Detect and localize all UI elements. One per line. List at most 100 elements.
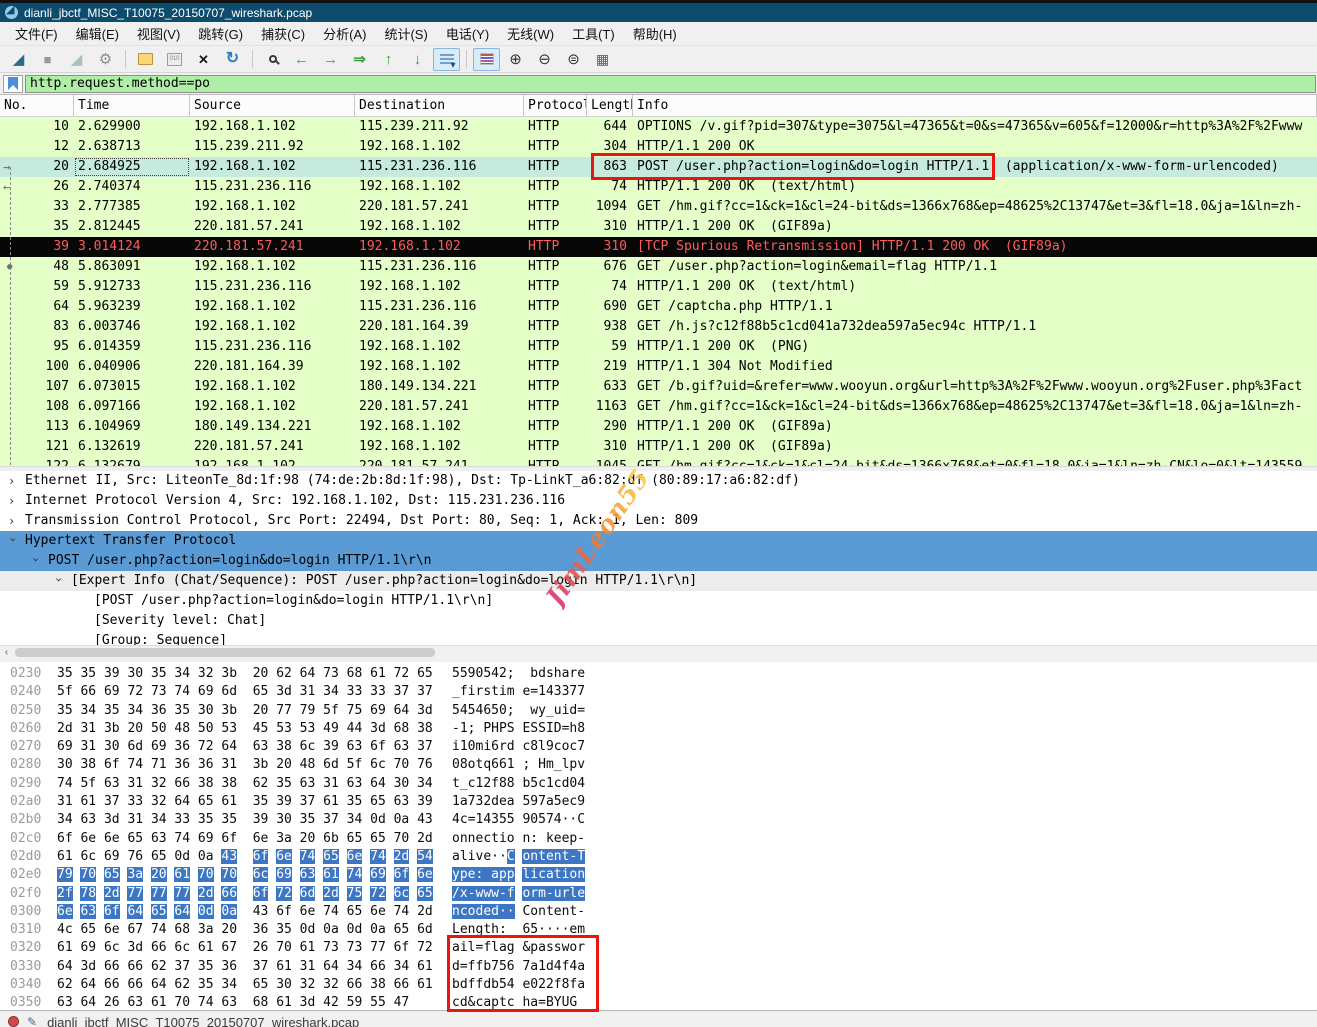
detail-row[interactable]: [Severity level: Chat]	[0, 611, 1317, 631]
column-header-no[interactable]: No.	[0, 95, 74, 116]
hex-row[interactable]: 02405f 66 69 72 73 74 69 6d 65 3d 31 34 …	[0, 683, 1317, 701]
go-to-bottom-button[interactable]	[404, 48, 431, 71]
packet-row[interactable]: 836.003746192.168.1.102220.181.164.39HTT…	[0, 317, 1317, 337]
expander-icon[interactable]: ›	[8, 491, 18, 511]
hex-row[interactable]: 02c06f 6e 6e 65 63 74 69 6f 6e 3a 20 6b …	[0, 830, 1317, 848]
stop-capture-button[interactable]	[34, 48, 61, 71]
expert-info-icon[interactable]	[8, 1016, 19, 1027]
detail-row[interactable]: ›Internet Protocol Version 4, Src: 192.1…	[0, 491, 1317, 511]
menu-item[interactable]: 帮助(H)	[624, 21, 686, 46]
packet-row[interactable]: 956.014359115.231.236.116192.168.1.102HT…	[0, 337, 1317, 357]
menu-item[interactable]: 统计(S)	[375, 21, 436, 46]
hex-row[interactable]: 029074 5f 63 31 32 66 38 38 62 35 63 31 …	[0, 775, 1317, 793]
resize-columns-button[interactable]	[589, 48, 616, 71]
column-header-destination[interactable]: Destination	[355, 95, 524, 116]
detail-row[interactable]: ›Ethernet II, Src: LiteonTe_8d:1f:98 (74…	[0, 471, 1317, 491]
filter-bookmark-button[interactable]	[3, 75, 23, 93]
go-back-button[interactable]	[288, 48, 315, 71]
column-header-source[interactable]: Source	[190, 95, 355, 116]
packet-row[interactable]: 332.777385192.168.1.102220.181.57.241HTT…	[0, 197, 1317, 217]
find-packet-button[interactable]	[259, 48, 286, 71]
hex-row[interactable]: 035063 64 26 63 61 70 74 63 68 61 3d 42 …	[0, 994, 1317, 1010]
edit-comment-icon[interactable]: ✎	[27, 1015, 37, 1027]
hex-row[interactable]: 034062 64 66 66 64 62 35 34 65 30 32 32 …	[0, 976, 1317, 994]
column-header-length[interactable]: Length	[587, 95, 633, 116]
hex-row[interactable]: 028030 38 6f 74 71 36 36 31 3b 20 48 6d …	[0, 756, 1317, 774]
capture-options-button[interactable]	[92, 48, 119, 71]
restart-capture-button[interactable]	[63, 48, 90, 71]
packet-row[interactable]: 393.014124220.181.57.241192.168.1.102HTT…	[0, 237, 1317, 257]
menu-item[interactable]: 编辑(E)	[67, 21, 128, 46]
packet-row[interactable]: 102.629900192.168.1.102115.239.211.92HTT…	[0, 117, 1317, 137]
packet-row[interactable]: 595.912733115.231.236.116192.168.1.102HT…	[0, 277, 1317, 297]
close-file-button[interactable]	[190, 48, 217, 71]
hex-row[interactable]: 032061 69 6c 3d 66 6c 61 67 26 70 61 73 …	[0, 939, 1317, 957]
hex-row[interactable]: 03104c 65 6e 67 74 68 3a 20 36 35 0d 0a …	[0, 921, 1317, 939]
reload-file-button[interactable]	[219, 48, 246, 71]
detail-row[interactable]: ›Transmission Control Protocol, Src Port…	[0, 511, 1317, 531]
display-filter-input[interactable]	[25, 75, 1316, 93]
packet-row[interactable]: 645.963239192.168.1.102115.231.236.116HT…	[0, 297, 1317, 317]
column-header-time[interactable]: Time	[74, 95, 190, 116]
packet-row[interactable]: 122.638713115.239.211.92192.168.1.102HTT…	[0, 137, 1317, 157]
menu-item[interactable]: 电话(Y)	[437, 21, 498, 46]
detail-row[interactable]: [POST /user.php?action=login&do=login HT…	[0, 591, 1317, 611]
expander-icon[interactable]: ›	[8, 471, 18, 491]
expander-icon[interactable]: ›	[26, 556, 46, 566]
details-horizontal-scrollbar[interactable]: ‹	[0, 645, 1317, 658]
menu-item[interactable]: 文件(F)	[6, 21, 67, 46]
column-header-info[interactable]: Info	[633, 95, 1317, 116]
hex-row[interactable]: 02602d 31 3b 20 50 48 50 53 45 53 53 49 …	[0, 720, 1317, 738]
start-capture-button[interactable]	[5, 48, 32, 71]
detail-row[interactable]: [Group: Sequence]	[0, 631, 1317, 645]
expander-icon[interactable]: ›	[3, 536, 23, 546]
scrollbar-thumb[interactable]	[15, 648, 435, 657]
menu-item[interactable]: 视图(V)	[128, 21, 189, 46]
menu-item[interactable]: 无线(W)	[498, 21, 563, 46]
go-to-packet-button[interactable]	[346, 48, 373, 71]
hex-bytes: 35 34 35 34 36 35 30 3b 20 77 79 5f 75 6…	[57, 702, 433, 720]
menu-item[interactable]: 分析(A)	[314, 21, 375, 46]
expander-icon[interactable]: ›	[49, 576, 69, 586]
hex-row[interactable]: 02a031 61 37 33 32 64 65 61 35 39 37 61 …	[0, 793, 1317, 811]
packet-proto: HTTP	[524, 417, 587, 437]
zoom-out-button[interactable]	[531, 48, 558, 71]
packet-row[interactable]: 352.812445220.181.57.241192.168.1.102HTT…	[0, 217, 1317, 237]
zoom-in-button[interactable]	[502, 48, 529, 71]
menu-item[interactable]: 工具(T)	[563, 21, 624, 46]
open-file-button[interactable]	[132, 48, 159, 71]
colorize-packets-button[interactable]	[473, 48, 500, 71]
menu-item[interactable]: 跳转(G)	[189, 21, 252, 46]
packet-row[interactable]: ←262.740374115.231.236.116192.168.1.102H…	[0, 177, 1317, 197]
zoom-reset-button[interactable]	[560, 48, 587, 71]
auto-scroll-button[interactable]	[433, 48, 460, 71]
go-to-packet-icon	[353, 52, 366, 67]
packet-row[interactable]: 1136.104969180.149.134.221192.168.1.102H…	[0, 417, 1317, 437]
detail-row[interactable]: ›Hypertext Transfer Protocol	[0, 531, 1317, 551]
packet-row[interactable]: ●485.863091192.168.1.102115.231.236.116H…	[0, 257, 1317, 277]
packet-row[interactable]: 1226.132679192.168.1.102220.181.57.241HT…	[0, 457, 1317, 466]
hex-row[interactable]: 025035 34 35 34 36 35 30 3b 20 77 79 5f …	[0, 702, 1317, 720]
packet-row[interactable]: 1216.132619220.181.57.241192.168.1.102HT…	[0, 437, 1317, 457]
hex-row[interactable]: 02f02f 78 2d 77 77 77 2d 66 6f 72 6d 2d …	[0, 885, 1317, 903]
column-header-protocol[interactable]: Protocol	[524, 95, 587, 116]
detail-row[interactable]: ›POST /user.php?action=login&do=login HT…	[0, 551, 1317, 571]
hex-row[interactable]: 03006e 63 6f 64 65 64 0d 0a 43 6f 6e 74 …	[0, 903, 1317, 921]
menu-item[interactable]: 捕获(C)	[252, 21, 314, 46]
packet-row[interactable]: →202.684925192.168.1.102115.231.236.116H…	[0, 157, 1317, 177]
save-file-button[interactable]	[161, 48, 188, 71]
go-to-top-button[interactable]	[375, 48, 402, 71]
hex-row[interactable]: 02d061 6c 69 76 65 0d 0a 43 6f 6e 74 65 …	[0, 848, 1317, 866]
hex-row[interactable]: 033064 3d 66 66 62 37 35 36 37 61 31 64 …	[0, 958, 1317, 976]
hex-row[interactable]: 027069 31 30 6d 69 36 72 64 63 38 6c 39 …	[0, 738, 1317, 756]
packet-row[interactable]: 1086.097166192.168.1.102220.181.57.241HT…	[0, 397, 1317, 417]
hex-row[interactable]: 023035 35 39 30 35 34 32 3b 20 62 64 73 …	[0, 665, 1317, 683]
hex-row[interactable]: 02b034 63 3d 31 34 33 35 35 39 30 35 37 …	[0, 811, 1317, 829]
packet-row[interactable]: 1006.040906220.181.164.39192.168.1.102HT…	[0, 357, 1317, 377]
expander-icon[interactable]: ›	[8, 511, 18, 531]
detail-row[interactable]: ›[Expert Info (Chat/Sequence): POST /use…	[0, 571, 1317, 591]
go-forward-button[interactable]	[317, 48, 344, 71]
scroll-left-arrow-icon[interactable]: ‹	[0, 646, 13, 659]
hex-row[interactable]: 02e079 70 65 3a 20 61 70 70 6c 69 63 61 …	[0, 866, 1317, 884]
packet-row[interactable]: 1076.073015192.168.1.102180.149.134.221H…	[0, 377, 1317, 397]
